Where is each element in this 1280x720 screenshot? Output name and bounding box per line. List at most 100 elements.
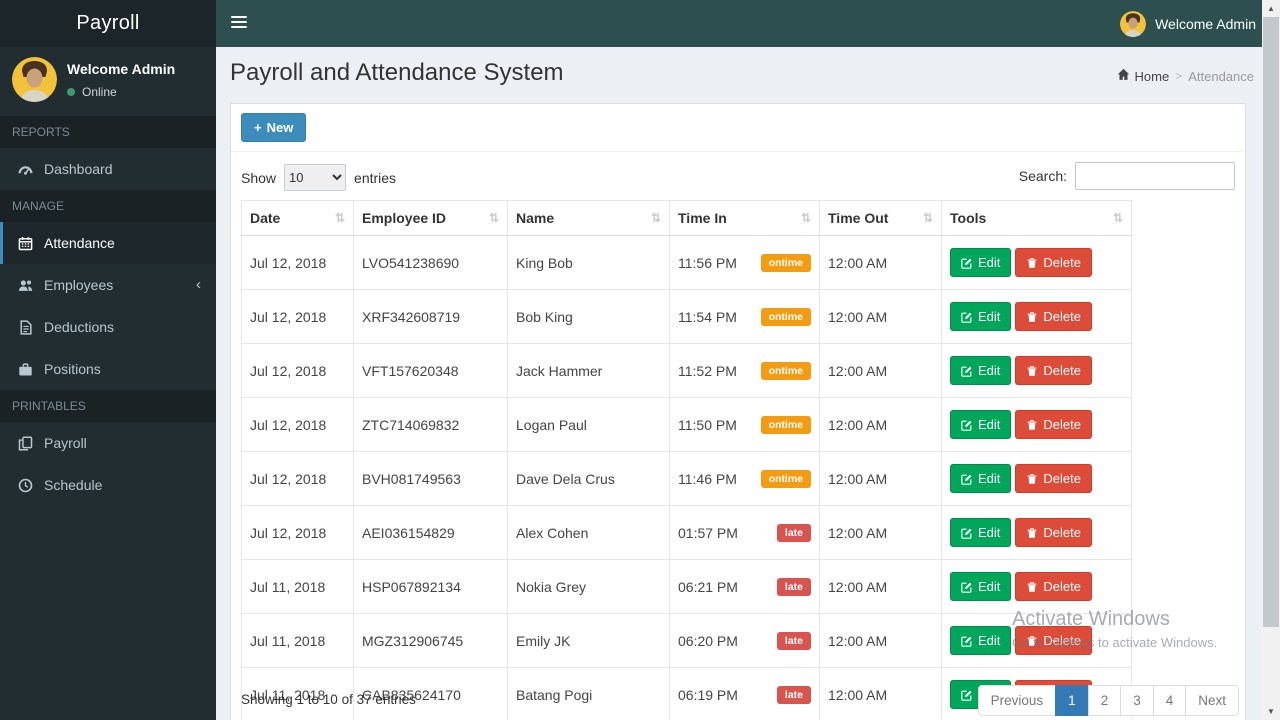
edit-button[interactable]: Edit: [950, 356, 1012, 385]
copy-icon: [18, 436, 33, 451]
page-scrollbar[interactable]: ▲ ▼: [1262, 0, 1280, 720]
scrollbar-thumb[interactable]: [1263, 17, 1279, 627]
cell-name: Nokia Grey: [507, 559, 670, 614]
sidebar-item-label: Positions: [44, 361, 101, 377]
user-status: Online: [67, 85, 175, 99]
show-label: Show: [241, 169, 277, 186]
sidebar-item-label: Attendance: [44, 235, 115, 251]
column-header-tools[interactable]: Tools ⇅: [941, 200, 1132, 236]
cell-time-in: 06:21 PM late: [669, 559, 820, 614]
delete-button[interactable]: Delete: [1015, 572, 1092, 601]
avatar: [12, 57, 57, 102]
search-input[interactable]: [1075, 162, 1235, 190]
page-size-select[interactable]: 10: [284, 164, 347, 191]
delete-button[interactable]: Delete: [1015, 518, 1092, 547]
trash-icon: [1027, 311, 1037, 322]
avatar: [1120, 10, 1147, 37]
cell-employee-id: AEI036154829: [353, 505, 508, 560]
entries-label: entries: [354, 169, 397, 186]
sidebar-section-printables: PRINTABLES: [0, 390, 216, 422]
pencil-square-icon: [961, 582, 972, 593]
pencil-square-icon: [961, 474, 972, 485]
delete-button[interactable]: Delete: [1015, 410, 1092, 439]
user-name: Welcome Admin: [67, 61, 176, 77]
sidebar-item-attendance[interactable]: Attendance: [0, 222, 216, 264]
cell-employee-id: LVO541238690: [353, 235, 508, 290]
trash-icon: [1027, 635, 1037, 646]
pencil-square-icon: [961, 312, 972, 323]
pagination-next[interactable]: Next: [1185, 685, 1239, 716]
edit-button[interactable]: Edit: [950, 518, 1012, 547]
column-header-name[interactable]: Name ⇅: [507, 200, 670, 236]
sidebar-item-payroll[interactable]: Payroll: [0, 422, 216, 464]
table-body: Jul 12, 2018 LVO541238690 King Bob 11:56 PM…: [241, 235, 1132, 720]
pagination-page-3[interactable]: 3: [1120, 685, 1154, 716]
scroll-up-arrow-icon[interactable]: ▲: [1262, 0, 1280, 17]
cell-tools: Edit Delete: [941, 613, 1132, 668]
users-icon: [18, 278, 33, 293]
pencil-square-icon: [961, 366, 972, 377]
pencil-square-icon: [961, 528, 972, 539]
cell-time-in: 11:56 PM ontime: [669, 235, 820, 290]
edit-button[interactable]: Edit: [950, 572, 1012, 601]
cell-tools: Edit Delete: [941, 397, 1132, 452]
column-header-time-out[interactable]: Time Out ⇅: [819, 200, 942, 236]
new-button[interactable]: + New: [241, 113, 307, 142]
pagination-page-1[interactable]: 1: [1055, 685, 1089, 716]
pagination: Previous 1 2 3 4 Next: [977, 685, 1239, 716]
status-badge: ontime: [760, 307, 811, 326]
delete-button[interactable]: Delete: [1015, 356, 1092, 385]
breadcrumb-home-link[interactable]: Home: [1117, 68, 1169, 84]
sidebar-item-positions[interactable]: Positions: [0, 348, 216, 390]
time-in-value: 06:21 PM: [678, 578, 738, 595]
cell-employee-id: VFT157620348: [353, 343, 508, 398]
trash-icon: [1027, 419, 1037, 430]
time-in-value: 01:57 PM: [678, 524, 738, 541]
time-in-value: 11:50 PM: [678, 416, 737, 433]
sort-icon: ⇅: [488, 211, 499, 225]
time-in-value: 06:20 PM: [678, 632, 738, 649]
time-in-value: 11:52 PM: [678, 362, 737, 379]
topbar: Welcome Admin: [216, 0, 1280, 47]
table-header-row: Date ⇅ Employee ID ⇅ Name ⇅ Time In ⇅ Time O…: [241, 200, 1132, 236]
delete-button[interactable]: Delete: [1015, 248, 1092, 277]
sidebar-item-schedule[interactable]: Schedule: [0, 464, 216, 506]
edit-button[interactable]: Edit: [950, 626, 1012, 655]
sidebar-item-dashboard[interactable]: Dashboard: [0, 148, 216, 190]
pagination-page-2[interactable]: 2: [1087, 685, 1122, 716]
cell-tools: Edit Delete: [941, 343, 1132, 398]
pagination-previous[interactable]: Previous: [977, 685, 1057, 716]
pagination-page-4[interactable]: 4: [1152, 685, 1187, 716]
scroll-down-arrow-icon[interactable]: ▼: [1262, 703, 1280, 720]
sidebar-item-label: Employees: [44, 277, 114, 293]
delete-button[interactable]: Delete: [1015, 626, 1092, 655]
table-row: Jul 12, 2018 BVH081749563 Dave Dela Crus 11…: [241, 451, 1132, 506]
edit-button[interactable]: Edit: [950, 302, 1012, 331]
dashboard-icon: [18, 162, 33, 177]
table-row: Jul 12, 2018 VFT157620348 Jack Hammer 11:52…: [241, 343, 1132, 398]
hamburger-menu-icon[interactable]: [231, 16, 247, 31]
pencil-square-icon: [961, 636, 972, 647]
cell-time-out: 12:00 AM: [819, 451, 942, 506]
edit-button[interactable]: Edit: [950, 410, 1012, 439]
delete-button[interactable]: Delete: [1015, 302, 1092, 331]
file-text-icon: [18, 319, 33, 335]
cell-employee-id: XRF342608719: [353, 289, 508, 344]
column-header-date[interactable]: Date ⇅: [241, 200, 354, 236]
edit-button[interactable]: Edit: [950, 464, 1012, 493]
sidebar-item-employees[interactable]: Employees ‹: [0, 264, 216, 306]
topbar-user-menu[interactable]: Welcome Admin: [1120, 0, 1256, 47]
sidebar-item-label: Deductions: [44, 319, 115, 335]
edit-button[interactable]: Edit: [950, 248, 1012, 277]
cell-time-in: 11:54 PM ontime: [669, 289, 820, 344]
trash-icon: [1027, 473, 1037, 484]
time-in-value: 11:46 PM: [678, 470, 737, 487]
breadcrumb-separator: >: [1175, 69, 1183, 83]
column-header-time-in[interactable]: Time In ⇅: [669, 200, 820, 236]
column-header-employee-id[interactable]: Employee ID ⇅: [353, 200, 508, 236]
show-entries-control: Show 10 entries: [241, 164, 396, 191]
trash-icon: [1027, 365, 1037, 376]
attendance-panel: + New Show 10 entries Search: Date ⇅ Empl…: [230, 103, 1246, 720]
delete-button[interactable]: Delete: [1015, 464, 1092, 493]
sidebar-item-deductions[interactable]: Deductions: [0, 306, 216, 348]
